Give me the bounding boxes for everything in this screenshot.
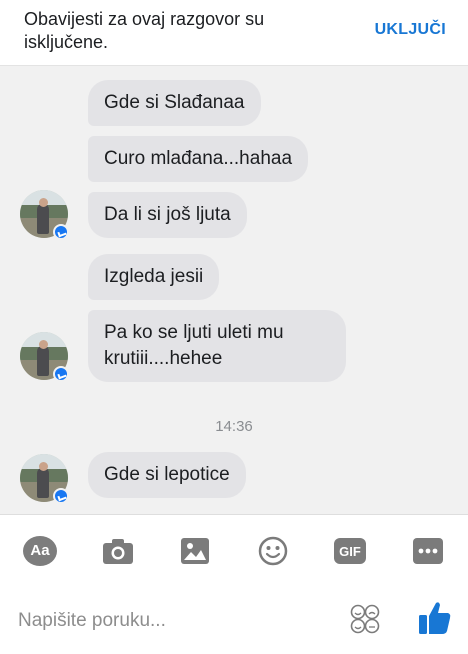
turn-on-notifications-button[interactable]: UKLJUČI — [375, 21, 446, 39]
message-bubble[interactable]: Izgleda jesii — [88, 254, 220, 300]
message-bubble[interactable]: Curo mlađana...hahaa — [88, 136, 309, 182]
notification-off-text: Obavijesti za ovaj razgovor su isključen… — [24, 9, 265, 52]
gif-label: GIF — [339, 544, 361, 559]
more-icon[interactable] — [411, 535, 445, 567]
message-composer — [0, 586, 468, 654]
message-bubble[interactable]: Gde si Slađanaa — [88, 80, 261, 126]
emoji-icon[interactable] — [256, 535, 290, 567]
gallery-icon[interactable] — [178, 535, 212, 567]
thumbs-up-icon[interactable] — [418, 600, 452, 636]
messenger-icon — [53, 366, 69, 382]
message-input[interactable] — [18, 608, 328, 634]
text-format-label: Aa — [23, 536, 57, 566]
camera-icon[interactable] — [101, 535, 135, 567]
text-format-icon[interactable]: Aa — [23, 535, 57, 567]
sticker-icon[interactable] — [350, 604, 380, 634]
message-timestamp: 14:36 — [215, 418, 253, 435]
message-bubble[interactable]: Da li si još ljuta — [88, 192, 247, 238]
message-bubble[interactable]: Gde si lepotice — [88, 452, 246, 498]
notification-banner: Obavijesti za ovaj razgovor su isključen… — [0, 0, 468, 66]
messenger-icon — [53, 488, 69, 504]
composer-toolbar: Aa GIF — [0, 514, 468, 586]
messenger-icon — [53, 224, 69, 240]
gif-icon[interactable]: GIF — [333, 535, 367, 567]
message-bubble[interactable]: Pa ko se ljuti uleti mu krutiii....hehee — [88, 310, 346, 382]
